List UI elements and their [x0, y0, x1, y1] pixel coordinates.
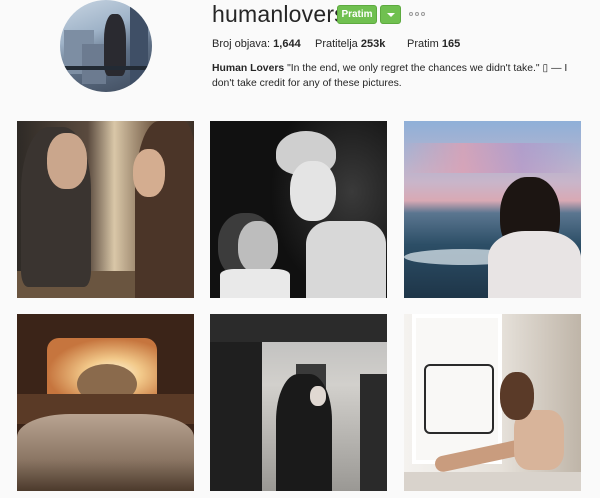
avatar-railing — [60, 66, 152, 70]
stat-followers-value: 253k — [360, 38, 386, 50]
stat-following-value: 165 — [441, 38, 461, 50]
profile-avatar[interactable] — [60, 0, 152, 92]
avatar-window-frame — [130, 4, 148, 88]
stat-following-label: Pratim — [407, 38, 439, 50]
stat-posts-value: 1,644 — [273, 38, 301, 50]
post-tile[interactable] — [404, 121, 581, 298]
post-tile[interactable] — [210, 121, 387, 298]
stat-followers-label: Pratitelja — [315, 38, 358, 50]
follow-button[interactable]: Pratim — [337, 5, 377, 24]
post-tile[interactable] — [17, 121, 194, 298]
avatar-building — [82, 44, 106, 84]
profile-bio: Human Lovers "In the end, we only regret… — [212, 61, 586, 91]
follow-dropdown-button[interactable] — [380, 5, 401, 24]
stat-posts-label: Broj objava: — [212, 38, 271, 50]
post-grid — [17, 121, 583, 491]
bio-name: Human Lovers — [212, 63, 285, 74]
post-tile[interactable] — [17, 314, 194, 491]
stat-following[interactable]: Pratim 165 — [407, 38, 460, 50]
post-tile[interactable] — [404, 314, 581, 491]
more-options-icon[interactable] — [409, 12, 425, 16]
chevron-down-icon — [387, 13, 395, 17]
stat-posts: Broj objava: 1,644 — [212, 38, 301, 50]
profile-username: humanlovers — [212, 1, 346, 27]
post-tile[interactable] — [210, 314, 387, 491]
stat-followers[interactable]: Pratitelja 253k — [315, 38, 385, 50]
